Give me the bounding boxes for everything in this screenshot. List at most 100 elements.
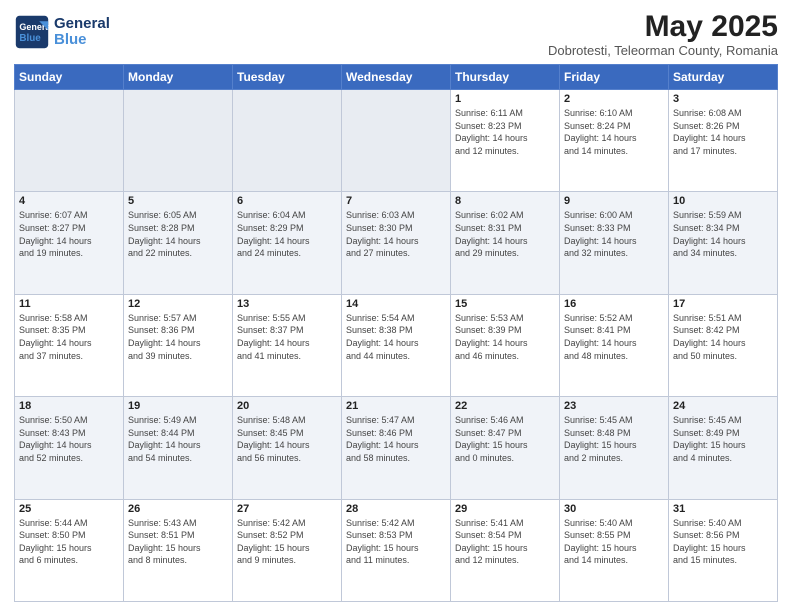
day-number: 17	[673, 298, 773, 310]
calendar-cell: 27 Sunrise: 5:42 AM Sunset: 8:52 PM Dayli…	[233, 499, 342, 601]
calendar-cell: 5 Sunrise: 6:05 AM Sunset: 8:28 PM Daylig…	[124, 192, 233, 294]
day-detail: Sunrise: 5:42 AM Sunset: 8:53 PM Dayligh…	[346, 517, 446, 567]
day-number: 8	[455, 195, 555, 207]
week-row-4: 18Sunrise: 5:50 AM Sunset: 8:43 PM Dayli…	[15, 397, 778, 499]
header: General Blue General Blue May 2025 Dobro…	[14, 10, 778, 58]
day-number: 29	[455, 503, 555, 515]
day-number: 26	[128, 503, 228, 515]
day-detail: Sunrise: 6:08 AM Sunset: 8:26 PM Dayligh…	[673, 107, 773, 157]
weekday-header-saturday: Saturday	[669, 65, 778, 90]
day-number: 3	[673, 93, 773, 105]
day-detail: Sunrise: 6:07 AM Sunset: 8:27 PM Dayligh…	[19, 209, 119, 259]
day-number: 23	[564, 400, 664, 412]
day-detail: Sunrise: 6:00 AM Sunset: 8:33 PM Dayligh…	[564, 209, 664, 259]
day-number: 14	[346, 298, 446, 310]
day-detail: Sunrise: 5:45 AM Sunset: 8:48 PM Dayligh…	[564, 414, 664, 464]
logo-line1: General	[54, 16, 110, 33]
logo: General Blue General Blue	[14, 14, 110, 50]
svg-text:Blue: Blue	[19, 33, 41, 44]
calendar-cell: 25 Sunrise: 5:44 AM Sunset: 8:50 PM Dayli…	[15, 499, 124, 601]
calendar-cell: 24 Sunrise: 5:45 AM Sunset: 8:49 PM Dayli…	[669, 397, 778, 499]
day-detail: Sunrise: 6:04 AM Sunset: 8:29 PM Dayligh…	[237, 209, 337, 259]
day-number: 15	[455, 298, 555, 310]
day-detail: Sunrise: 5:57 AM Sunset: 8:36 PM Dayligh…	[128, 312, 228, 362]
calendar-cell: 4 Sunrise: 6:07 AM Sunset: 8:27 PM Daylig…	[15, 192, 124, 294]
day-detail: Sunrise: 5:47 AM Sunset: 8:46 PM Dayligh…	[346, 414, 446, 464]
day-number: 5	[128, 195, 228, 207]
calendar-cell: 20 Sunrise: 5:48 AM Sunset: 8:45 PM Dayli…	[233, 397, 342, 499]
day-number: 12	[128, 298, 228, 310]
calendar-cell: 13 Sunrise: 5:55 AM Sunset: 8:37 PM Dayli…	[233, 294, 342, 396]
calendar-cell	[233, 90, 342, 192]
day-detail: Sunrise: 5:46 AM Sunset: 8:47 PM Dayligh…	[455, 414, 555, 464]
day-detail: Sunrise: 5:45 AM Sunset: 8:49 PM Dayligh…	[673, 414, 773, 464]
day-detail: Sunrise: 5:48 AM Sunset: 8:45 PM Dayligh…	[237, 414, 337, 464]
day-number: 20	[237, 400, 337, 412]
weekday-header-monday: Monday	[124, 65, 233, 90]
week-row-2: 4 Sunrise: 6:07 AM Sunset: 8:27 PM Daylig…	[15, 192, 778, 294]
day-detail: Sunrise: 5:44 AM Sunset: 8:50 PM Dayligh…	[19, 517, 119, 567]
week-row-3: 11 Sunrise: 5:58 AM Sunset: 8:35 PM Dayli…	[15, 294, 778, 396]
day-detail: Sunrise: 5:52 AM Sunset: 8:41 PM Dayligh…	[564, 312, 664, 362]
day-detail: Sunrise: 5:41 AM Sunset: 8:54 PM Dayligh…	[455, 517, 555, 567]
day-detail: Sunrise: 6:02 AM Sunset: 8:31 PM Dayligh…	[455, 209, 555, 259]
day-number: 9	[564, 195, 664, 207]
calendar-cell: 14 Sunrise: 5:54 AM Sunset: 8:38 PM Dayli…	[342, 294, 451, 396]
calendar-cell	[124, 90, 233, 192]
calendar-cell: 7 Sunrise: 6:03 AM Sunset: 8:30 PM Daylig…	[342, 192, 451, 294]
weekday-header-row: SundayMondayTuesdayWednesdayThursdayFrid…	[15, 65, 778, 90]
weekday-header-thursday: Thursday	[451, 65, 560, 90]
calendar-cell: 11 Sunrise: 5:58 AM Sunset: 8:35 PM Dayli…	[15, 294, 124, 396]
calendar-cell: 29 Sunrise: 5:41 AM Sunset: 8:54 PM Dayli…	[451, 499, 560, 601]
page: General Blue General Blue May 2025 Dobro…	[0, 0, 792, 612]
day-detail: Sunrise: 5:54 AM Sunset: 8:38 PM Dayligh…	[346, 312, 446, 362]
day-detail: Sunrise: 5:55 AM Sunset: 8:37 PM Dayligh…	[237, 312, 337, 362]
calendar-cell: 23 Sunrise: 5:45 AM Sunset: 8:48 PM Dayli…	[560, 397, 669, 499]
day-number: 4	[19, 195, 119, 207]
day-number: 11	[19, 298, 119, 310]
day-number: 7	[346, 195, 446, 207]
day-number: 28	[346, 503, 446, 515]
day-number: 31	[673, 503, 773, 515]
week-row-1: 1 Sunrise: 6:11 AM Sunset: 8:23 PM Daylig…	[15, 90, 778, 192]
day-number: 30	[564, 503, 664, 515]
day-detail: Sunrise: 5:51 AM Sunset: 8:42 PM Dayligh…	[673, 312, 773, 362]
calendar-cell: 17 Sunrise: 5:51 AM Sunset: 8:42 PM Dayli…	[669, 294, 778, 396]
day-detail: Sunrise: 5:58 AM Sunset: 8:35 PM Dayligh…	[19, 312, 119, 362]
day-number: 25	[19, 503, 119, 515]
calendar-cell: 6 Sunrise: 6:04 AM Sunset: 8:29 PM Daylig…	[233, 192, 342, 294]
day-detail: Sunrise: 6:05 AM Sunset: 8:28 PM Dayligh…	[128, 209, 228, 259]
calendar-cell: 21 Sunrise: 5:47 AM Sunset: 8:46 PM Dayli…	[342, 397, 451, 499]
day-detail: Sunrise: 5:49 AM Sunset: 8:44 PM Dayligh…	[128, 414, 228, 464]
day-number: 1	[455, 93, 555, 105]
day-number: 16	[564, 298, 664, 310]
day-number: 21	[346, 400, 446, 412]
week-row-5: 25 Sunrise: 5:44 AM Sunset: 8:50 PM Dayli…	[15, 499, 778, 601]
day-number: 10	[673, 195, 773, 207]
day-detail: Sunrise: 6:11 AM Sunset: 8:23 PM Dayligh…	[455, 107, 555, 157]
calendar-cell: 8 Sunrise: 6:02 AM Sunset: 8:31 PM Daylig…	[451, 192, 560, 294]
logo-icon: General Blue	[14, 14, 50, 50]
calendar-cell: 28 Sunrise: 5:42 AM Sunset: 8:53 PM Dayli…	[342, 499, 451, 601]
day-number: 2	[564, 93, 664, 105]
day-detail: Sunrise: 6:03 AM Sunset: 8:30 PM Dayligh…	[346, 209, 446, 259]
day-number: 27	[237, 503, 337, 515]
day-number: 24	[673, 400, 773, 412]
day-number: 6	[237, 195, 337, 207]
calendar-cell: 12 Sunrise: 5:57 AM Sunset: 8:36 PM Dayli…	[124, 294, 233, 396]
weekday-header-tuesday: Tuesday	[233, 65, 342, 90]
day-detail: Sunrise: 5:50 AM Sunset: 8:43 PM Dayligh…	[19, 414, 119, 464]
calendar-cell: 31Sunrise: 5:40 AM Sunset: 8:56 PM Dayli…	[669, 499, 778, 601]
day-detail: Sunrise: 5:40 AM Sunset: 8:55 PM Dayligh…	[564, 517, 664, 567]
calendar-cell: 9 Sunrise: 6:00 AM Sunset: 8:33 PM Daylig…	[560, 192, 669, 294]
calendar-cell: 18Sunrise: 5:50 AM Sunset: 8:43 PM Dayli…	[15, 397, 124, 499]
day-detail: Sunrise: 5:43 AM Sunset: 8:51 PM Dayligh…	[128, 517, 228, 567]
day-detail: Sunrise: 5:42 AM Sunset: 8:52 PM Dayligh…	[237, 517, 337, 567]
day-number: 13	[237, 298, 337, 310]
title-block: May 2025 Dobrotesti, Teleorman County, R…	[548, 10, 778, 58]
calendar-cell: 15Sunrise: 5:53 AM Sunset: 8:39 PM Dayli…	[451, 294, 560, 396]
weekday-header-wednesday: Wednesday	[342, 65, 451, 90]
day-number: 19	[128, 400, 228, 412]
calendar-cell: 1 Sunrise: 6:11 AM Sunset: 8:23 PM Daylig…	[451, 90, 560, 192]
day-number: 22	[455, 400, 555, 412]
